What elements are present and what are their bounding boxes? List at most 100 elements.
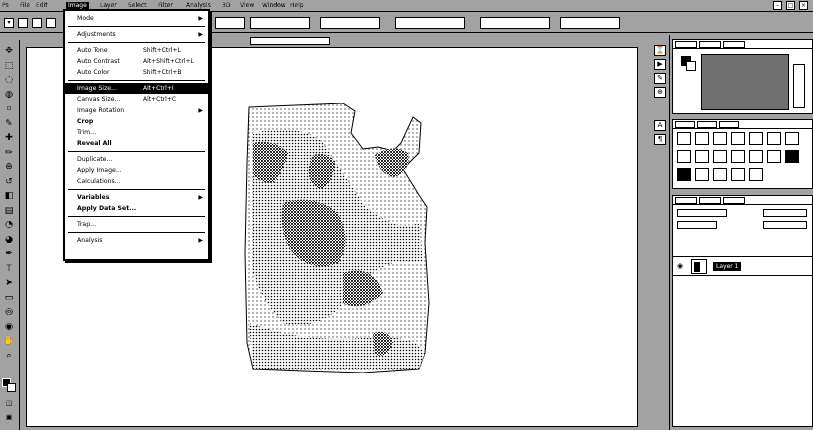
style-swatch[interactable] [695,132,709,145]
tool-preset-icon[interactable]: ▾ [4,18,14,28]
menu-item-auto-color[interactable]: Auto Color Shift+Ctrl+B [65,67,208,78]
maximize-button[interactable]: □ [786,1,795,10]
menu-item-trap[interactable]: Trap... [65,219,208,230]
navigator-preview[interactable] [701,54,789,110]
option-icon-1[interactable] [18,18,28,28]
style-swatch[interactable] [731,132,745,145]
menu-item-trim[interactable]: Trim... [65,127,208,138]
menu-item-auto-tone[interactable]: Auto Tone Shift+Ctrl+L [65,45,208,56]
layer-row[interactable]: ◉ Layer 1 [673,256,812,276]
navigator-zoom-slider[interactable] [793,64,805,108]
menu-edit[interactable]: Edit [36,2,48,10]
history-brush-icon[interactable]: ↺ [3,177,15,188]
style-swatch[interactable] [713,168,727,181]
menu-item-duplicate[interactable]: Duplicate... [65,154,208,165]
tab-channels[interactable] [699,197,721,204]
option-icon-3[interactable] [46,18,56,28]
style-swatch[interactable] [695,150,709,163]
menu-analysis[interactable]: Analysis [186,2,211,10]
option-field-6[interactable] [560,17,620,29]
style-swatch[interactable] [749,168,763,181]
clone-source-panel-icon[interactable]: ⊕ [654,87,666,98]
quick-select-icon[interactable]: ◍ [3,90,15,101]
brushes-panel-icon[interactable]: ✎ [654,73,666,84]
tab-histogram[interactable] [699,41,721,48]
menu-window[interactable]: Window [262,2,286,10]
style-swatch[interactable] [731,168,745,181]
menu-item-apply-data-set[interactable]: Apply Data Set... [65,203,208,214]
close-button[interactable]: × [799,1,808,10]
menu-item-apply-image[interactable]: Apply Image... [65,165,208,176]
menu-view[interactable]: View [240,2,254,10]
paragraph-panel-icon[interactable]: ¶ [654,134,666,145]
fill-field[interactable] [763,221,807,229]
menu-item-crop[interactable]: Crop [65,116,208,127]
style-swatch[interactable] [785,132,799,145]
dodge-icon[interactable]: ◕ [3,235,15,246]
tab-paths[interactable] [723,197,745,204]
tab-styles[interactable] [719,121,739,128]
style-swatch[interactable] [749,150,763,163]
hand-icon[interactable]: ✋ [3,336,15,347]
tab-masks[interactable] [697,121,717,128]
menu-image[interactable]: Image [66,2,89,10]
screen-mode-icon[interactable]: ▣ [3,412,15,423]
menu-item-reveal-all[interactable]: Reveal All [65,138,208,149]
menu-ps[interactable]: Ps [2,2,9,10]
tab-info[interactable] [723,41,745,48]
style-swatch[interactable] [731,150,745,163]
menu-item-analysis[interactable]: Analysis ▶ [65,235,208,246]
layer-name[interactable]: Layer 1 [713,262,742,271]
style-swatch[interactable] [695,168,709,181]
style-swatch[interactable] [767,132,781,145]
path-select-icon[interactable]: ➤ [3,278,15,289]
crop-icon[interactable]: ⌗ [3,104,15,115]
menu-item-image-size[interactable]: Image Size... Alt+Ctrl+I [65,83,208,94]
blend-mode-select[interactable] [677,209,727,217]
menu-3d[interactable]: 3D [222,2,230,10]
gradient-icon[interactable]: ▤ [3,206,15,217]
type-icon[interactable]: T [3,264,15,275]
move-icon[interactable]: ✥ [3,46,15,57]
menu-item-mode[interactable]: Mode ▶ [65,13,208,24]
minimize-button[interactable]: – [773,1,782,10]
opacity-field[interactable] [763,209,807,217]
option-field-3[interactable] [320,17,380,29]
background-color-swatch[interactable] [7,383,16,392]
option-field-4[interactable] [395,17,465,29]
style-swatch[interactable] [713,150,727,163]
color-bg-swatch[interactable] [686,61,696,71]
eyedropper-icon[interactable]: ✎ [3,119,15,130]
option-field-5[interactable] [480,17,550,29]
document-tab[interactable] [250,37,330,45]
menu-item-canvas-size[interactable]: Canvas Size... Alt+Ctrl+C [65,94,208,105]
tab-layers[interactable] [675,197,697,204]
zoom-icon[interactable]: ⌕ [3,351,15,362]
menu-select[interactable]: Select [128,2,147,10]
style-swatch[interactable] [749,132,763,145]
menu-filter[interactable]: Filter [158,2,173,10]
menu-item-auto-contrast[interactable]: Auto Contrast Alt+Shift+Ctrl+L [65,56,208,67]
menu-item-calculations[interactable]: Calculations... [65,176,208,187]
style-swatch[interactable] [785,150,799,163]
lock-options[interactable] [677,221,717,229]
brush-icon[interactable]: ✏ [3,148,15,159]
shape-icon[interactable]: ▭ [3,293,15,304]
option-field-2[interactable] [250,17,310,29]
eraser-icon[interactable]: ◧ [3,191,15,202]
menu-help[interactable]: Help [290,2,304,10]
tab-navigator[interactable] [675,41,697,48]
style-swatch[interactable] [677,132,691,145]
quick-mask-icon[interactable]: ◫ [3,398,15,409]
marquee-icon[interactable]: ⬚ [3,61,15,72]
menu-layer[interactable]: Layer [100,2,117,10]
tab-adjustments[interactable] [675,121,695,128]
style-swatch[interactable] [767,150,781,163]
history-panel-icon[interactable]: ⌛ [654,45,666,56]
character-panel-icon[interactable]: A [654,120,666,131]
blur-icon[interactable]: ◔ [3,220,15,231]
style-swatch[interactable] [713,132,727,145]
stamp-icon[interactable]: ⊕ [3,162,15,173]
menu-item-image-rotation[interactable]: Image Rotation ▶ [65,105,208,116]
visibility-eye-icon[interactable]: ◉ [677,263,686,270]
